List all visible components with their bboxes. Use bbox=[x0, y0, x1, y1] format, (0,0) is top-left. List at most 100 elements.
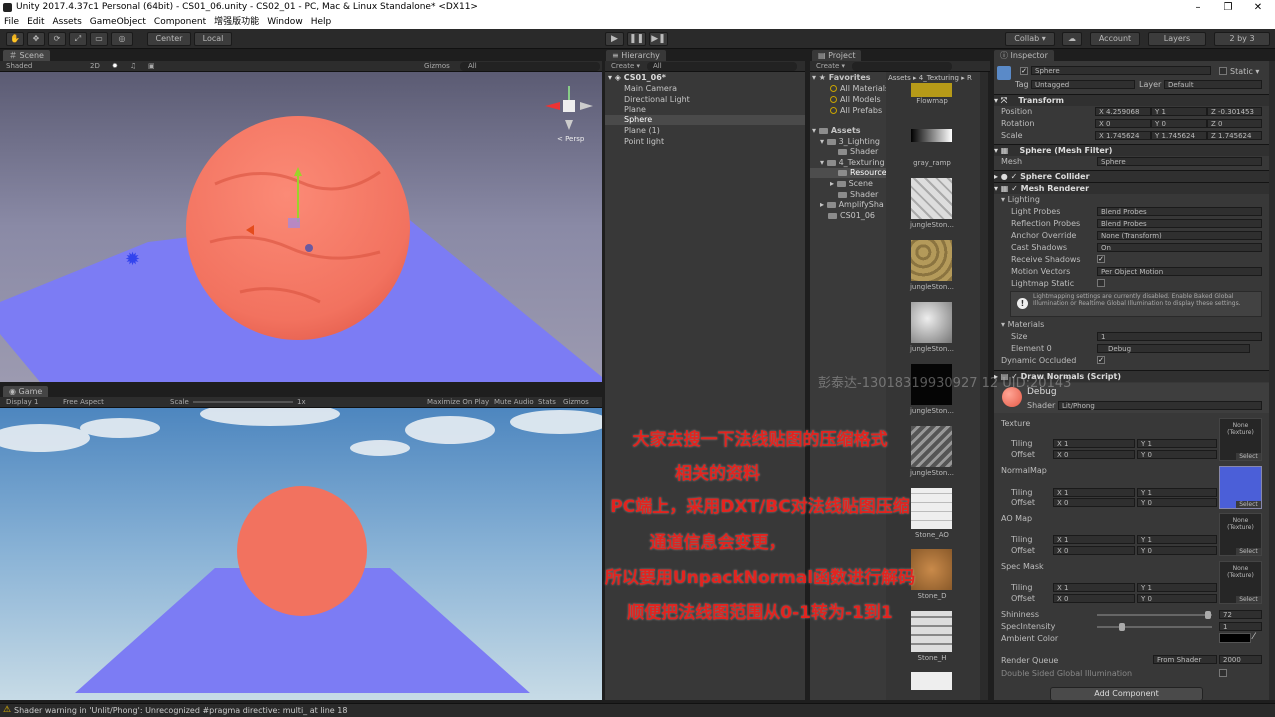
game-gizmos-dropdown[interactable]: Gizmos bbox=[563, 397, 589, 408]
ambient-color-swatch[interactable] bbox=[1219, 633, 1251, 643]
tree-item[interactable]: ▸ Scene bbox=[830, 179, 873, 189]
layer-dropdown[interactable]: Default bbox=[1164, 80, 1262, 89]
tab-scene[interactable]: ＃ Scene bbox=[3, 50, 50, 61]
display-dropdown[interactable]: Display 1 bbox=[6, 397, 38, 408]
scene-viewport[interactable]: ✹ < Persp bbox=[0, 72, 602, 382]
shininess-field[interactable]: 72 bbox=[1219, 610, 1262, 619]
asset-thumbnail[interactable] bbox=[911, 240, 952, 281]
hierarchy-item[interactable]: Point light bbox=[624, 137, 664, 147]
tree-item[interactable]: Shader bbox=[838, 190, 878, 200]
position-z-field[interactable]: Z -0.301453 bbox=[1207, 107, 1262, 116]
transform-header[interactable]: ▾ ⤧ Transform bbox=[994, 94, 1269, 106]
move-tool-icon[interactable]: ✥ bbox=[27, 32, 45, 46]
scene-gizmos-dropdown[interactable]: Gizmos bbox=[424, 61, 450, 72]
static-checkbox[interactable] bbox=[1219, 67, 1227, 75]
asset-thumbnail[interactable] bbox=[911, 672, 952, 690]
transform-tool-icon[interactable]: ◎ bbox=[111, 32, 133, 46]
account-dropdown[interactable]: Account bbox=[1090, 32, 1140, 46]
ao-tiling-y[interactable]: Y 1 bbox=[1137, 535, 1217, 544]
close-button[interactable]: ✕ bbox=[1243, 0, 1273, 15]
spec-select-button[interactable]: Select bbox=[1236, 596, 1261, 603]
pivot-center-button[interactable]: Center bbox=[147, 32, 191, 46]
minimize-button[interactable]: – bbox=[1183, 0, 1213, 15]
scale-x-field[interactable]: X 1.745624 bbox=[1095, 131, 1151, 140]
tab-hierarchy[interactable]: ≡ Hierarchy bbox=[606, 50, 666, 61]
normalmap-offset-y[interactable]: Y 0 bbox=[1137, 498, 1217, 507]
spec-tiling-y[interactable]: Y 1 bbox=[1137, 583, 1217, 592]
tree-item[interactable]: ▾ 4_Texturing bbox=[820, 158, 885, 168]
favorite-item[interactable]: All Models bbox=[830, 95, 881, 105]
double-sided-gi-checkbox[interactable] bbox=[1219, 669, 1227, 677]
menu-enhanced[interactable]: 增强版功能 bbox=[210, 15, 263, 29]
menu-file[interactable]: File bbox=[0, 15, 23, 29]
position-y-field[interactable]: Y 1 bbox=[1151, 107, 1207, 116]
normalmap-tiling-x[interactable]: X 1 bbox=[1053, 488, 1135, 497]
lightmap-static-checkbox[interactable] bbox=[1097, 279, 1105, 287]
ao-offset-x[interactable]: X 0 bbox=[1053, 546, 1135, 555]
spec-intensity-slider-thumb[interactable] bbox=[1119, 623, 1125, 631]
materials-size-field[interactable]: 1 bbox=[1097, 332, 1262, 341]
shader-dropdown[interactable]: Lit/Phong bbox=[1058, 401, 1262, 410]
normalmap-slot[interactable]: Select bbox=[1219, 466, 1262, 509]
asset-thumbnail[interactable] bbox=[911, 178, 952, 219]
tree-item[interactable]: ▾ 3_Lighting bbox=[820, 137, 880, 147]
render-queue-field[interactable]: 2000 bbox=[1219, 655, 1262, 664]
scene-search-input[interactable]: All bbox=[460, 62, 600, 71]
normalmap-tiling-y[interactable]: Y 1 bbox=[1137, 488, 1217, 497]
ao-select-button[interactable]: Select bbox=[1236, 548, 1261, 555]
hierarchy-item[interactable]: Directional Light bbox=[624, 95, 690, 105]
project-create-dropdown[interactable]: Create ▾ bbox=[816, 61, 845, 72]
mesh-field[interactable]: Sphere bbox=[1097, 157, 1262, 166]
add-component-button[interactable]: Add Component bbox=[1050, 687, 1203, 701]
rect-tool-icon[interactable]: ▭ bbox=[90, 32, 108, 46]
pause-icon[interactable]: ❚❚ bbox=[627, 32, 646, 46]
favorites-header[interactable]: ▾ ★ Favorites bbox=[812, 73, 871, 83]
tree-item[interactable]: Shader bbox=[838, 147, 878, 157]
materials-foldout[interactable]: ▾ Materials bbox=[1001, 319, 1044, 330]
status-bar[interactable]: ⚠ Shader warning in 'Unlit/Phong': Unrec… bbox=[0, 703, 1275, 717]
menu-window[interactable]: Window bbox=[263, 15, 307, 29]
maximize-on-play-toggle[interactable]: Maximize On Play bbox=[427, 397, 489, 408]
spec-offset-x[interactable]: X 0 bbox=[1053, 594, 1135, 603]
hierarchy-scene-root[interactable]: ▾ ◈ CS01_06* bbox=[608, 73, 666, 82]
tab-inspector[interactable]: ⓘ Inspector bbox=[994, 50, 1054, 61]
pivot-local-button[interactable]: Local bbox=[194, 32, 232, 46]
favorite-item[interactable]: All Materials bbox=[830, 84, 889, 94]
project-breadcrumb[interactable]: Assets ▸ 4_Texturing ▸ R bbox=[888, 73, 972, 83]
aspect-dropdown[interactable]: Free Aspect bbox=[63, 397, 104, 408]
motion-vectors-dropdown[interactable]: Per Object Motion bbox=[1097, 267, 1262, 276]
scale-z-field[interactable]: Z 1.745624 bbox=[1207, 131, 1262, 140]
hierarchy-item-selected[interactable]: Sphere bbox=[624, 115, 652, 125]
lighting-foldout[interactable]: ▾ Lighting bbox=[1001, 194, 1040, 205]
ao-tiling-x[interactable]: X 1 bbox=[1053, 535, 1135, 544]
mesh-filter-header[interactable]: ▾ ▦ Sphere (Mesh Filter) bbox=[994, 144, 1269, 156]
spec-intensity-field[interactable]: 1 bbox=[1219, 622, 1262, 631]
receive-shadows-checkbox[interactable]: ✓ bbox=[1097, 255, 1105, 263]
layout-dropdown[interactable]: 2 by 3 bbox=[1214, 32, 1270, 46]
assets-root[interactable]: ▾ Assets bbox=[812, 126, 861, 136]
hierarchy-search-input[interactable]: All bbox=[647, 62, 797, 71]
mesh-renderer-header[interactable]: ▾ ▦ ✓ Mesh Renderer bbox=[994, 182, 1269, 194]
cast-shadows-dropdown[interactable]: On bbox=[1097, 243, 1262, 252]
tree-item-selected[interactable]: Resource bbox=[838, 168, 887, 178]
object-name-field[interactable]: Sphere bbox=[1031, 66, 1211, 75]
static-dropdown[interactable]: Static ▾ bbox=[1230, 66, 1259, 77]
menu-component[interactable]: Component bbox=[150, 15, 210, 29]
light-probes-dropdown[interactable]: Blend Probes bbox=[1097, 207, 1262, 216]
spec-intensity-slider[interactable] bbox=[1097, 623, 1212, 631]
spec-tiling-x[interactable]: X 1 bbox=[1053, 583, 1135, 592]
mode-2d-toggle[interactable]: 2D bbox=[90, 61, 100, 72]
dynamic-occluded-checkbox[interactable]: ✓ bbox=[1097, 356, 1105, 364]
tag-dropdown[interactable]: Untagged bbox=[1031, 80, 1135, 89]
normalmap-offset-x[interactable]: X 0 bbox=[1053, 498, 1135, 507]
rotation-y-field[interactable]: Y 0 bbox=[1151, 119, 1207, 128]
normalmap-select-button[interactable]: Select bbox=[1236, 501, 1261, 508]
ao-map-slot[interactable]: None (Texture) Select bbox=[1219, 513, 1262, 556]
element0-field[interactable]: Debug bbox=[1097, 344, 1250, 353]
hand-tool-icon[interactable]: ✋ bbox=[6, 32, 24, 46]
hierarchy-item[interactable]: Plane bbox=[624, 105, 646, 115]
tree-item[interactable]: ▸ AmplifySha bbox=[820, 200, 884, 210]
spec-mask-slot[interactable]: None (Texture) Select bbox=[1219, 561, 1262, 604]
rotation-x-field[interactable]: X 0 bbox=[1095, 119, 1151, 128]
active-checkbox[interactable]: ✓ bbox=[1020, 67, 1028, 75]
